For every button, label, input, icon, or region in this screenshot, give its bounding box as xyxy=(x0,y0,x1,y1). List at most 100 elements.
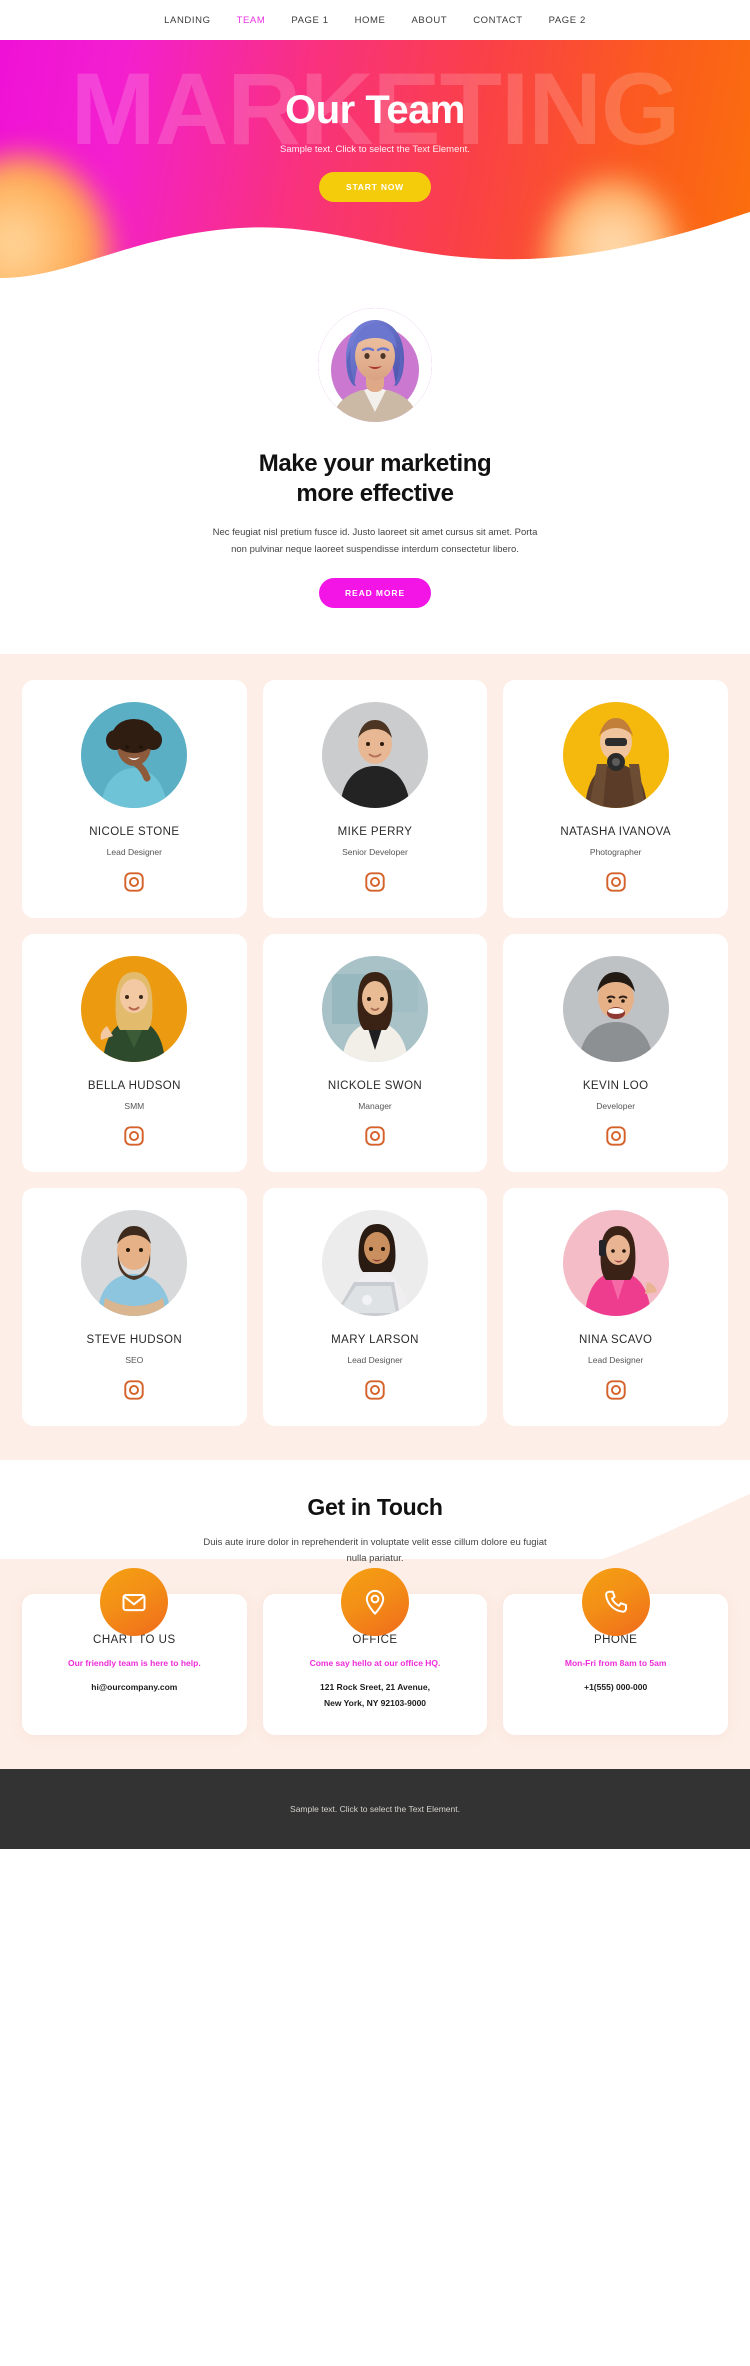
map-pin-icon xyxy=(365,1589,385,1615)
instagram-glyph xyxy=(124,1126,144,1146)
instagram-icon[interactable] xyxy=(123,1379,145,1401)
instagram-glyph xyxy=(365,872,385,892)
instagram-icon[interactable] xyxy=(364,1379,386,1401)
woman-with-laptop-white-background-icon xyxy=(321,1210,428,1317)
team-member-role: Lead Designer xyxy=(588,1355,644,1366)
contact-paragraph: Duis aute irure dolor in reprehenderit i… xyxy=(203,1537,547,1565)
intro-paragraph: Nec feugiat nisl pretium fusce id. Justo… xyxy=(212,527,538,555)
team-member-role: Developer xyxy=(596,1101,636,1112)
nav-item-team[interactable]: TEAM xyxy=(237,15,266,26)
team-member-card[interactable]: MARY LARSON Lead Designer xyxy=(262,1188,488,1427)
hero-subtitle: Sample text. Click to select the Text El… xyxy=(280,144,470,155)
contact-card-subtitle: Mon-Fri from 8am to 5am xyxy=(564,1657,667,1668)
nav-item-contact[interactable]: CONTACT xyxy=(473,15,522,26)
team-member-photo xyxy=(321,702,428,809)
team-member-card[interactable]: NICKOLE SWON Manager xyxy=(262,934,488,1173)
instagram-icon[interactable] xyxy=(605,1125,627,1147)
team-member-card[interactable]: NICOLE STONE Lead Designer xyxy=(22,680,247,919)
team-member-photo xyxy=(81,1210,188,1317)
team-member-photo xyxy=(562,1210,669,1317)
team-member-name: BELLA HUDSON xyxy=(87,1080,181,1093)
team-grid: NICOLE STONE Lead Designer MIKE PERRY Senio… xyxy=(22,680,728,1427)
intro-heading-line-2: more effective xyxy=(296,480,454,507)
contact-card[interactable]: CHART TO US Our friendly team is here to … xyxy=(22,1567,247,1735)
read-more-button[interactable]: READ MORE xyxy=(318,578,432,609)
intro-avatar xyxy=(318,308,432,422)
contact-card-value-line-2: New York, NY 92103-9000 xyxy=(323,1697,427,1708)
instagram-glyph xyxy=(365,1380,385,1400)
team-member-photo xyxy=(562,702,669,809)
team-member-name: NICOLE STONE xyxy=(89,826,180,839)
team-member-name: STEVE HUDSON xyxy=(86,1334,183,1347)
footer-text: Sample text. Click to select the Text El… xyxy=(290,1803,460,1814)
team-member-card[interactable]: MIKE PERRY Senior Developer xyxy=(262,680,488,919)
woman-curly-hair-teal-background-icon xyxy=(81,702,188,809)
woman-white-blazer-office-background-icon xyxy=(321,956,428,1063)
phone-icon xyxy=(604,1590,627,1613)
instagram-icon[interactable] xyxy=(123,1125,145,1147)
team-section: NICOLE STONE Lead Designer MIKE PERRY Senio… xyxy=(0,654,750,1461)
hero-wave-divider xyxy=(0,212,750,280)
team-member-card[interactable]: STEVE HUDSON SEO xyxy=(22,1188,247,1427)
team-member-role: SEO xyxy=(125,1355,144,1366)
team-member-photo xyxy=(81,702,188,809)
intro-section: Make your marketing more effective Nec f… xyxy=(0,280,750,655)
team-member-card[interactable]: BELLA HUDSON SMM xyxy=(22,934,247,1173)
envelope-icon xyxy=(122,1593,146,1611)
instagram-icon[interactable] xyxy=(605,871,627,893)
team-member-role: SMM xyxy=(124,1101,145,1112)
nav-item-about[interactable]: ABOUT xyxy=(411,15,447,26)
team-member-photo xyxy=(562,956,669,1063)
hero-title: Our Team xyxy=(285,88,465,132)
team-member-role: Manager xyxy=(358,1101,392,1112)
contact-card[interactable]: PHONE Mon-Fri from 8am to 5am +1(555) 000-… xyxy=(503,1567,728,1735)
team-member-role: Photographer xyxy=(589,847,642,858)
contact-card-subtitle: Our friendly team is here to help. xyxy=(67,1657,201,1668)
nav-item-page-2[interactable]: PAGE 2 xyxy=(549,15,586,26)
page-footer: Sample text. Click to select the Text El… xyxy=(0,1768,750,1849)
contact-card-icon-circle xyxy=(581,1567,650,1636)
team-member-card[interactable]: NATASHA IVANOVA Photographer xyxy=(503,680,728,919)
intro-heading: Make your marketing more effective xyxy=(0,449,750,509)
nav-item-landing[interactable]: LANDING xyxy=(164,15,210,26)
man-grey-shirt-grey-background-icon xyxy=(562,956,669,1063)
instagram-glyph xyxy=(124,872,144,892)
team-member-photo xyxy=(321,956,428,1063)
contact-card-icon-circle xyxy=(340,1567,409,1636)
contact-card-icon-circle xyxy=(100,1567,169,1636)
instagram-glyph xyxy=(605,1380,626,1400)
contact-cards-grid: CHART TO US Our friendly team is here to … xyxy=(0,1567,750,1769)
woman-pink-jacket-phone-pink-background-icon xyxy=(562,1210,669,1317)
instagram-icon[interactable] xyxy=(605,1379,627,1401)
team-member-name: KEVIN LOO xyxy=(582,1080,649,1093)
team-member-photo xyxy=(81,956,188,1063)
contact-card-value-line-1: hi@ourcompany.com xyxy=(91,1681,178,1692)
contact-card-value-line-1: +1(555) 000-000 xyxy=(584,1681,648,1692)
main-navigation: LANDING TEAM PAGE 1 HOME ABOUT CONTACT PAGE 2 xyxy=(0,0,750,40)
team-member-name: MARY LARSON xyxy=(331,1334,419,1347)
instagram-icon[interactable] xyxy=(123,871,145,893)
contact-card[interactable]: OFFICE Come say hello at our office HQ. 12… xyxy=(262,1567,488,1735)
intro-heading-line-1: Make your marketing xyxy=(258,450,492,477)
instagram-glyph xyxy=(605,872,626,892)
team-member-name: NATASHA IVANOVA xyxy=(560,826,671,839)
team-member-name: NICKOLE SWON xyxy=(327,1080,423,1093)
instagram-glyph xyxy=(124,1380,144,1400)
nav-item-page-1[interactable]: PAGE 1 xyxy=(291,15,328,26)
team-member-role: Senior Developer xyxy=(342,847,408,858)
instagram-icon[interactable] xyxy=(364,1125,386,1147)
team-member-name: MIKE PERRY xyxy=(337,826,413,839)
woman-green-jacket-orange-background-icon xyxy=(81,956,188,1063)
woman-camera-yellow-background-icon xyxy=(562,702,669,809)
nav-item-home[interactable]: HOME xyxy=(355,15,386,26)
team-member-photo xyxy=(321,1210,428,1317)
bearded-man-blue-shirt-grey-background-icon xyxy=(81,1210,188,1317)
instagram-glyph xyxy=(365,1126,385,1146)
contact-section: Get in Touch Duis aute irure dolor in re… xyxy=(0,1460,750,1769)
instagram-icon[interactable] xyxy=(364,871,386,893)
team-member-card[interactable]: NINA SCAVO Lead Designer xyxy=(503,1188,728,1427)
woman-avatar-blue-hair-icon xyxy=(318,308,432,422)
team-member-card[interactable]: KEVIN LOO Developer xyxy=(503,934,728,1173)
team-member-role: Lead Designer xyxy=(106,847,162,858)
hero-section: MARKETING Our Team Sample text. Click to… xyxy=(0,40,750,280)
